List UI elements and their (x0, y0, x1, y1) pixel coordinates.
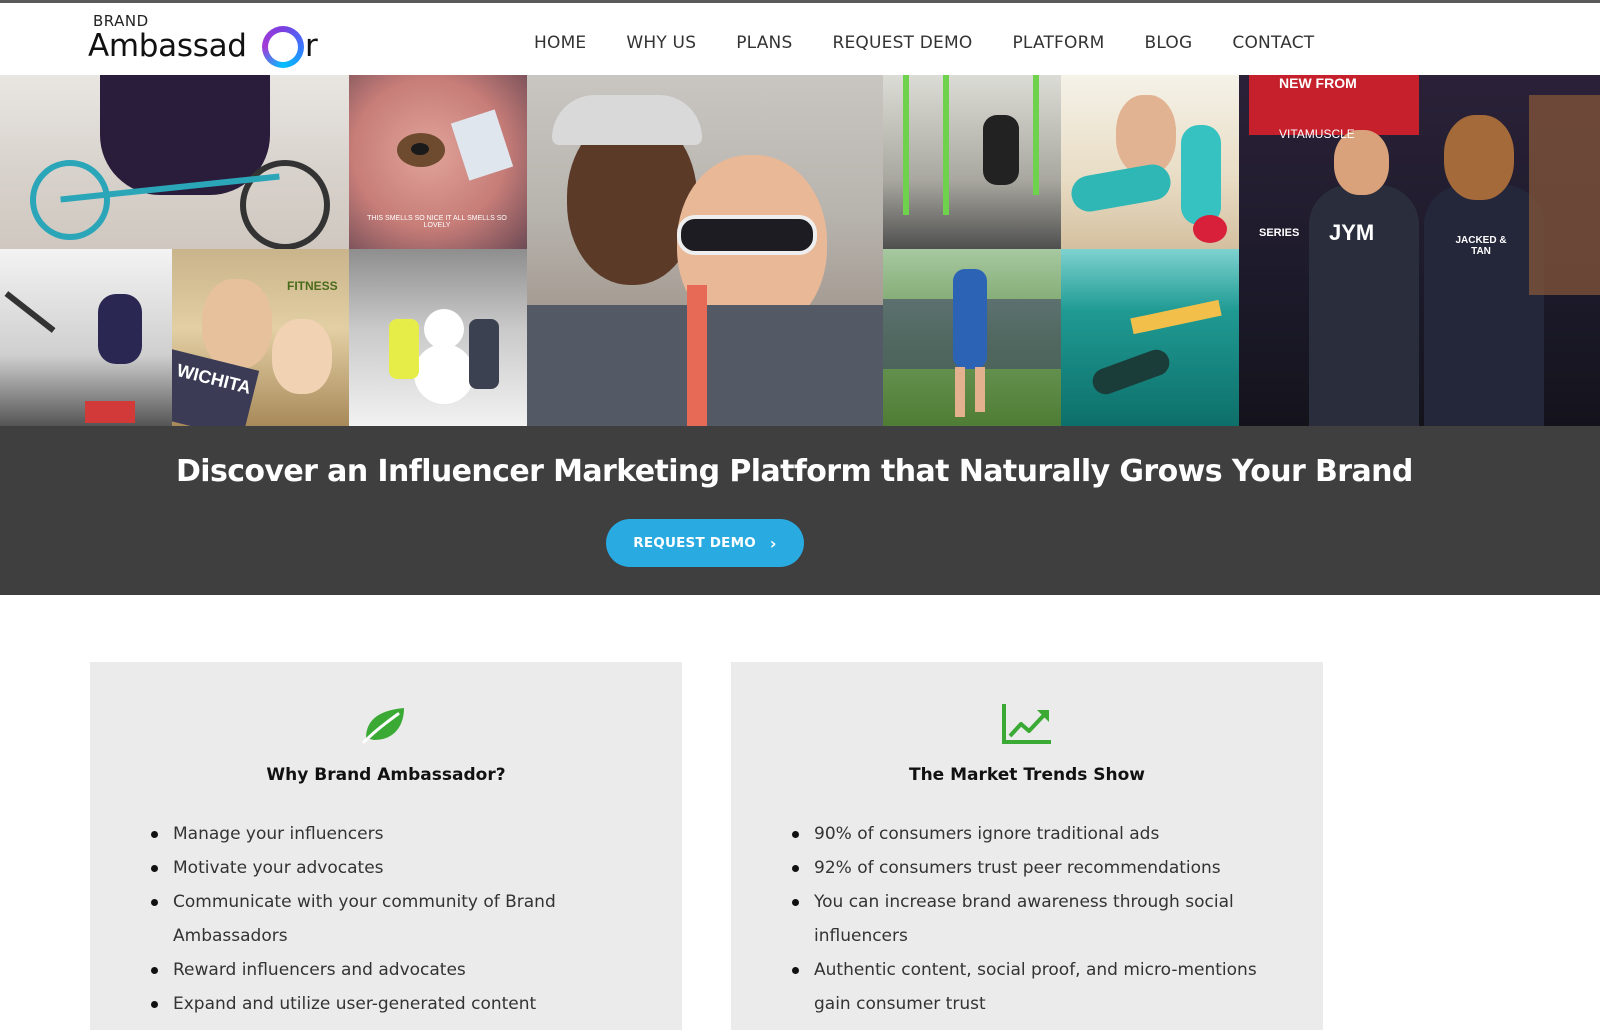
nav-contact[interactable]: CONTACT (1232, 33, 1314, 53)
logo-ring-icon (262, 26, 304, 68)
list-item-continuation: Ambassadors (173, 926, 288, 946)
jym-caption: JYM (1329, 220, 1375, 245)
trends-card-title: The Market Trends Show (908, 765, 1146, 785)
photo-underwater-tile (1061, 249, 1239, 426)
list-item: 92% of consumers trust peer recommendati… (792, 851, 1257, 885)
chevron-right-icon: › (769, 533, 777, 553)
list-item: You can increase brand awareness through… (792, 885, 1257, 919)
main-nav: HOME WHY US PLANS REQUEST DEMO PLATFORM … (520, 33, 1314, 53)
photo-runner-tile (883, 249, 1061, 426)
nav-blog[interactable]: BLOG (1144, 33, 1192, 53)
list-item-continuation: influencers (814, 926, 908, 946)
nav-platform[interactable]: PLATFORM (1012, 33, 1104, 53)
nav-home[interactable]: HOME (534, 33, 586, 53)
hero-band: Discover an Influencer Marketing Platfor… (0, 426, 1600, 595)
hero-photo-mosaic: THIS SMELLS SO NICE IT ALL SMELLS SO LOV… (0, 75, 1600, 426)
trends-list: 90% of consumers ignore traditional ads … (792, 817, 1257, 1021)
nav-request-demo[interactable]: REQUEST DEMO (832, 33, 972, 53)
nav-plans[interactable]: PLANS (736, 33, 792, 53)
why-brand-ambassador-card: Why Brand Ambassador? Manage your influe… (90, 662, 682, 1030)
list-item-continuation: gain consumer trust (814, 994, 986, 1014)
list-item: Communicate with your community of Brand (151, 885, 556, 919)
photo-fitness-expo-tile: NEW FROM VITAMUSCLE SERIES JYM JACKED & … (1239, 75, 1600, 426)
series-caption: SERIES (1259, 227, 1300, 239)
photo-family-tile: WICHITA FITNESS (172, 249, 349, 426)
list-item: Manage your influencers (151, 817, 556, 851)
photo-snapchat-tile: THIS SMELLS SO NICE IT ALL SMELLS SO LOV… (349, 75, 527, 249)
why-list: Manage your influencers Motivate your ad… (151, 817, 556, 1021)
logo-wordmark-end: r (305, 28, 318, 64)
photo-crossfit-tile (883, 75, 1061, 249)
list-item: Authentic content, social proof, and mic… (792, 953, 1257, 987)
vitamuscle-caption: VITAMUSCLE (1279, 127, 1355, 141)
list-item: Expand and utilize user-generated conten… (151, 987, 556, 1021)
photo-selfie-tile (527, 75, 883, 426)
photo-snowman-tile (349, 249, 527, 426)
request-demo-label: REQUEST DEMO (633, 535, 756, 551)
brand-ambassador-logo[interactable]: BRAND Ambassad r (88, 11, 328, 71)
fitness-caption: FITNESS (287, 279, 338, 293)
photo-sneakers-tile (1061, 75, 1239, 249)
why-card-title: Why Brand Ambassador? (266, 765, 506, 785)
site-header: BRAND Ambassad r HOME WHY US PLANS REQUE… (0, 0, 1600, 75)
hero-headline: Discover an Influencer Marketing Platfor… (176, 454, 1413, 489)
list-item: Motivate your advocates (151, 851, 556, 885)
nav-why-us[interactable]: WHY US (626, 33, 696, 53)
photo-gym-tile (0, 249, 172, 426)
list-item: Reward influencers and advocates (151, 953, 556, 987)
market-trends-card: The Market Trends Show 90% of consumers … (731, 662, 1323, 1030)
list-item: 90% of consumers ignore traditional ads (792, 817, 1257, 851)
leaf-icon (360, 702, 412, 746)
jacked-caption: JACKED & TAN (1455, 235, 1507, 257)
banner-caption: NEW FROM (1279, 75, 1357, 91)
snapchat-caption: THIS SMELLS SO NICE IT ALL SMELLS SO LOV… (367, 215, 507, 229)
request-demo-button[interactable]: REQUEST DEMO › (606, 519, 804, 567)
trend-chart-icon (1001, 702, 1053, 746)
logo-wordmark: Ambassad (88, 28, 247, 64)
photo-bike-tile (0, 75, 349, 249)
